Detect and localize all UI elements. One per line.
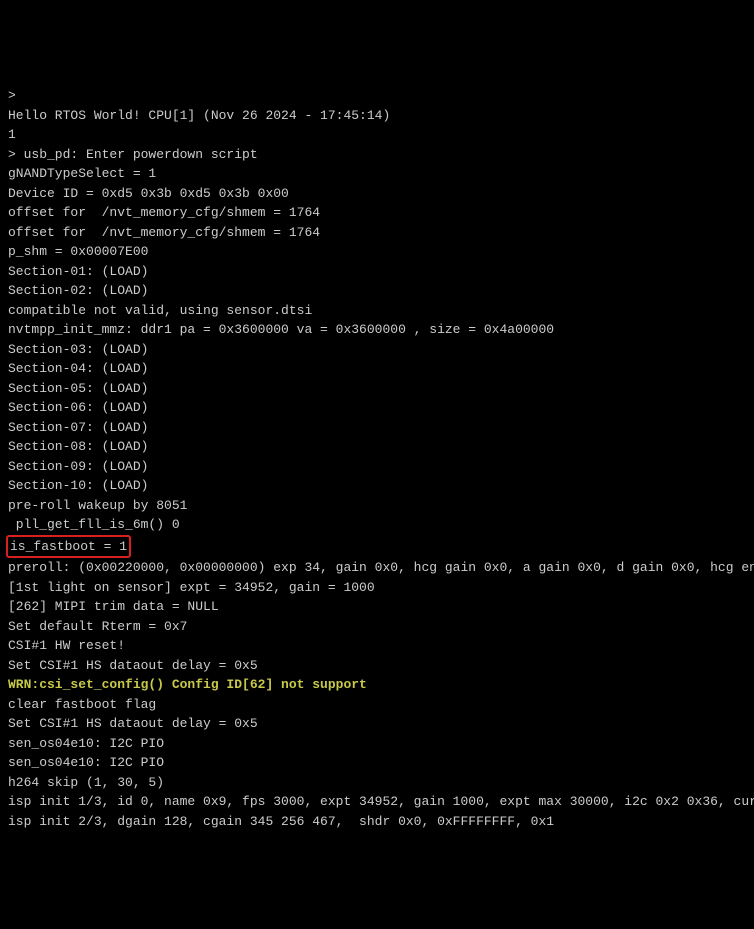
terminal-line: Section-06: (LOAD) bbox=[8, 398, 746, 418]
terminal-line: Section-04: (LOAD) bbox=[8, 359, 746, 379]
terminal-line: Set CSI#1 HS dataout delay = 0x5 bbox=[8, 714, 746, 734]
warning-text: WRN:csi_set_config() Config ID[62] not s… bbox=[8, 677, 367, 692]
terminal-line: Section-03: (LOAD) bbox=[8, 340, 746, 360]
terminal-line: CSI#1 HW reset! bbox=[8, 636, 746, 656]
terminal-output: >Hello RTOS World! CPU[1] (Nov 26 2024 -… bbox=[8, 86, 746, 831]
terminal-line: [1st light on sensor] expt = 34952, gain… bbox=[8, 578, 746, 598]
terminal-line: [262] MIPI trim data = NULL bbox=[8, 597, 746, 617]
terminal-line: is_fastboot = 1 bbox=[8, 535, 746, 559]
terminal-line: h264 skip (1, 30, 5) bbox=[8, 773, 746, 793]
terminal-line: clear fastboot flag bbox=[8, 695, 746, 715]
terminal-line: > bbox=[8, 86, 746, 106]
terminal-line: sen_os04e10: I2C PIO bbox=[8, 753, 746, 773]
terminal-line: Section-07: (LOAD) bbox=[8, 418, 746, 438]
terminal-line: offset for /nvt_memory_cfg/shmem = 1764 bbox=[8, 223, 746, 243]
terminal-line: isp init 1/3, id 0, name 0x9, fps 3000, … bbox=[8, 792, 746, 812]
terminal-line: Set default Rterm = 0x7 bbox=[8, 617, 746, 637]
terminal-line: > usb_pd: Enter powerdown script bbox=[8, 145, 746, 165]
terminal-line: pre-roll wakeup by 8051 bbox=[8, 496, 746, 516]
terminal-line: Section-10: (LOAD) bbox=[8, 476, 746, 496]
terminal-line: 1 bbox=[8, 125, 746, 145]
terminal-line: nvtmpp_init_mmz: ddr1 pa = 0x3600000 va … bbox=[8, 320, 746, 340]
terminal-line: pll_get_fll_is_6m() 0 bbox=[8, 515, 746, 535]
terminal-line: Section-09: (LOAD) bbox=[8, 457, 746, 477]
terminal-line: Device ID = 0xd5 0x3b 0xd5 0x3b 0x00 bbox=[8, 184, 746, 204]
terminal-line: preroll: (0x00220000, 0x00000000) exp 34… bbox=[8, 558, 746, 578]
terminal-line: Section-02: (LOAD) bbox=[8, 281, 746, 301]
terminal-line: Section-05: (LOAD) bbox=[8, 379, 746, 399]
highlighted-text: is_fastboot = 1 bbox=[6, 535, 131, 559]
terminal-line: Section-08: (LOAD) bbox=[8, 437, 746, 457]
terminal-line: WRN:csi_set_config() Config ID[62] not s… bbox=[8, 675, 746, 695]
terminal-line: isp init 2/3, dgain 128, cgain 345 256 4… bbox=[8, 812, 746, 832]
terminal-line: p_shm = 0x00007E00 bbox=[8, 242, 746, 262]
terminal-line: compatible not valid, using sensor.dtsi bbox=[8, 301, 746, 321]
terminal-line: Section-01: (LOAD) bbox=[8, 262, 746, 282]
terminal-line: Set CSI#1 HS dataout delay = 0x5 bbox=[8, 656, 746, 676]
terminal-line: gNANDTypeSelect = 1 bbox=[8, 164, 746, 184]
terminal-line: sen_os04e10: I2C PIO bbox=[8, 734, 746, 754]
terminal-line: offset for /nvt_memory_cfg/shmem = 1764 bbox=[8, 203, 746, 223]
terminal-line: Hello RTOS World! CPU[1] (Nov 26 2024 - … bbox=[8, 106, 746, 126]
